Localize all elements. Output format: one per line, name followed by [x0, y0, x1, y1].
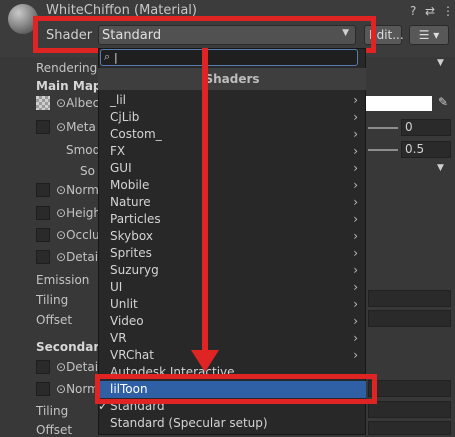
albedo-texture-thumbnail[interactable]: [36, 96, 50, 110]
menu-item-label: Standard (Specular setup): [110, 416, 268, 430]
offset-label: Offset: [36, 313, 73, 327]
occlusion-slot[interactable]: [36, 228, 50, 242]
menu-item-gui[interactable]: GUI ›: [98, 160, 366, 177]
submenu-arrow-icon: ›: [353, 212, 358, 226]
menu-item-label: _lil: [110, 93, 127, 107]
smoothness-slider[interactable]: [368, 149, 398, 151]
menu-item-label: Nature: [110, 195, 151, 209]
menu-item-ui[interactable]: UI ›: [98, 279, 366, 296]
annotation-liltoon-box: [95, 374, 377, 404]
menu-item-unlit[interactable]: Unlit ›: [98, 296, 366, 313]
occlusion-label: ⊙Occlu: [56, 228, 100, 242]
search-caret: |: [114, 51, 118, 64]
submenu-arrow-icon: ›: [353, 178, 358, 192]
smoothness-value-field[interactable]: 0.5: [401, 141, 451, 158]
normal-map-label: ⊙Norm: [56, 183, 99, 197]
menu-item-suzuryg[interactable]: Suzuryg ›: [98, 262, 366, 279]
menu-item-label: Suzuryg: [110, 263, 159, 277]
smoothness-label: Smod: [66, 143, 101, 157]
height-map-label: ⊙Heigh: [56, 206, 102, 220]
submenu-arrow-icon: ›: [353, 331, 358, 345]
preset-icon[interactable]: ⇄: [425, 4, 435, 18]
more-icon[interactable]: ⋮: [442, 4, 454, 18]
secondary-maps-heading: Secondary: [36, 340, 108, 354]
metallic-texture-slot[interactable]: [36, 120, 50, 134]
menu-item-fx[interactable]: FX ›: [98, 143, 366, 160]
submenu-arrow-icon: ›: [353, 348, 358, 362]
detail-normal-label: ⊙Norm: [56, 382, 99, 396]
annotation-arrow-shaft: [202, 48, 208, 360]
source-label: So: [80, 164, 95, 178]
menu-item-label: VR: [110, 331, 127, 345]
albedo-label: ⊙Albec: [56, 96, 100, 110]
rendering-mode-label: Rendering: [36, 61, 98, 75]
metallic-value-field[interactable]: 0: [401, 119, 451, 136]
menu-item-vr[interactable]: VR ›: [98, 330, 366, 347]
menu-item-costom[interactable]: Costom_ ›: [98, 126, 366, 143]
submenu-arrow-icon: ›: [353, 229, 358, 243]
list-options-button[interactable]: ☰ ▾: [409, 25, 449, 45]
tiling-secondary-field[interactable]: [368, 401, 451, 418]
menu-item-vrchat[interactable]: VRChat ›: [98, 347, 366, 364]
metallic-label: ⊙Meta: [56, 120, 96, 134]
submenu-arrow-icon: ›: [353, 127, 358, 141]
offset-field[interactable]: [368, 310, 451, 327]
help-icon[interactable]: ?: [410, 4, 416, 18]
menu-item-video[interactable]: Video ›: [98, 313, 366, 330]
menu-item-cjlib[interactable]: CjLib ›: [98, 109, 366, 126]
menu-item-label: Sprites: [110, 246, 152, 260]
detail-normal-field[interactable]: [368, 380, 451, 397]
eyedropper-icon[interactable]: ✎: [438, 95, 448, 109]
menu-item-label: Mobile: [110, 178, 150, 192]
menu-item-label: Costom_: [110, 127, 162, 141]
menu-item-label: UI: [110, 280, 123, 294]
height-map-slot[interactable]: [36, 206, 50, 220]
submenu-arrow-icon: ›: [353, 246, 358, 260]
source-chevron-icon[interactable]: ▼: [437, 163, 444, 173]
menu-item-label: CjLib: [110, 110, 140, 124]
list-icon: ☰ ▾: [418, 28, 440, 42]
menu-item-label: GUI: [110, 161, 132, 175]
albedo-color-swatch[interactable]: [366, 96, 432, 111]
menu-item-label: FX: [110, 144, 126, 158]
shader-search-input[interactable]: ⌕ |: [100, 49, 358, 66]
submenu-arrow-icon: ›: [353, 314, 358, 328]
detail-albedo-slot[interactable]: [36, 360, 50, 374]
detail-normal-slot[interactable]: [36, 382, 50, 396]
submenu-arrow-icon: ›: [353, 93, 358, 107]
metallic-slider[interactable]: [368, 127, 398, 129]
search-icon: ⌕: [104, 50, 111, 63]
menu-item-lil[interactable]: _lil ›: [98, 92, 366, 109]
menu-item-label: Video: [110, 314, 144, 328]
tiling-label: Tiling: [36, 293, 69, 307]
detail-mask-slot[interactable]: [36, 250, 50, 264]
submenu-arrow-icon: ›: [353, 280, 358, 294]
menu-item-sprites[interactable]: Sprites ›: [98, 245, 366, 262]
menu-item-label: Skybox: [110, 229, 153, 243]
menu-item-label: Unlit: [110, 297, 138, 311]
submenu-arrow-icon: ›: [353, 263, 358, 277]
shader-menu-header: Shaders: [98, 68, 366, 90]
tiling-field[interactable]: [368, 290, 451, 307]
submenu-arrow-icon: ›: [353, 161, 358, 175]
submenu-arrow-icon: ›: [353, 144, 358, 158]
submenu-arrow-icon: ›: [353, 110, 358, 124]
detail-albedo-label: ⊙Detai: [56, 360, 99, 374]
tiling-secondary-label: Tiling: [36, 404, 69, 418]
annotation-arrow-head: [191, 350, 219, 372]
submenu-arrow-icon: ›: [353, 195, 358, 209]
emission-label: Emission: [36, 273, 90, 287]
menu-item-skybox[interactable]: Skybox ›: [98, 228, 366, 245]
menu-item-standard-specular-setup[interactable]: Standard (Specular setup): [98, 415, 366, 432]
detail-mask-label: ⊙Detai: [56, 250, 99, 264]
menu-item-particles[interactable]: Particles ›: [98, 211, 366, 228]
offset-secondary-field[interactable]: [368, 421, 451, 435]
menu-item-nature[interactable]: Nature ›: [98, 194, 366, 211]
menu-item-label: VRChat: [110, 348, 154, 362]
rendering-mode-chevron-icon[interactable]: ▼: [437, 58, 444, 68]
menu-item-label: Particles: [110, 212, 161, 226]
submenu-arrow-icon: ›: [353, 297, 358, 311]
menu-item-mobile[interactable]: Mobile ›: [98, 177, 366, 194]
normal-map-slot[interactable]: [36, 183, 50, 197]
